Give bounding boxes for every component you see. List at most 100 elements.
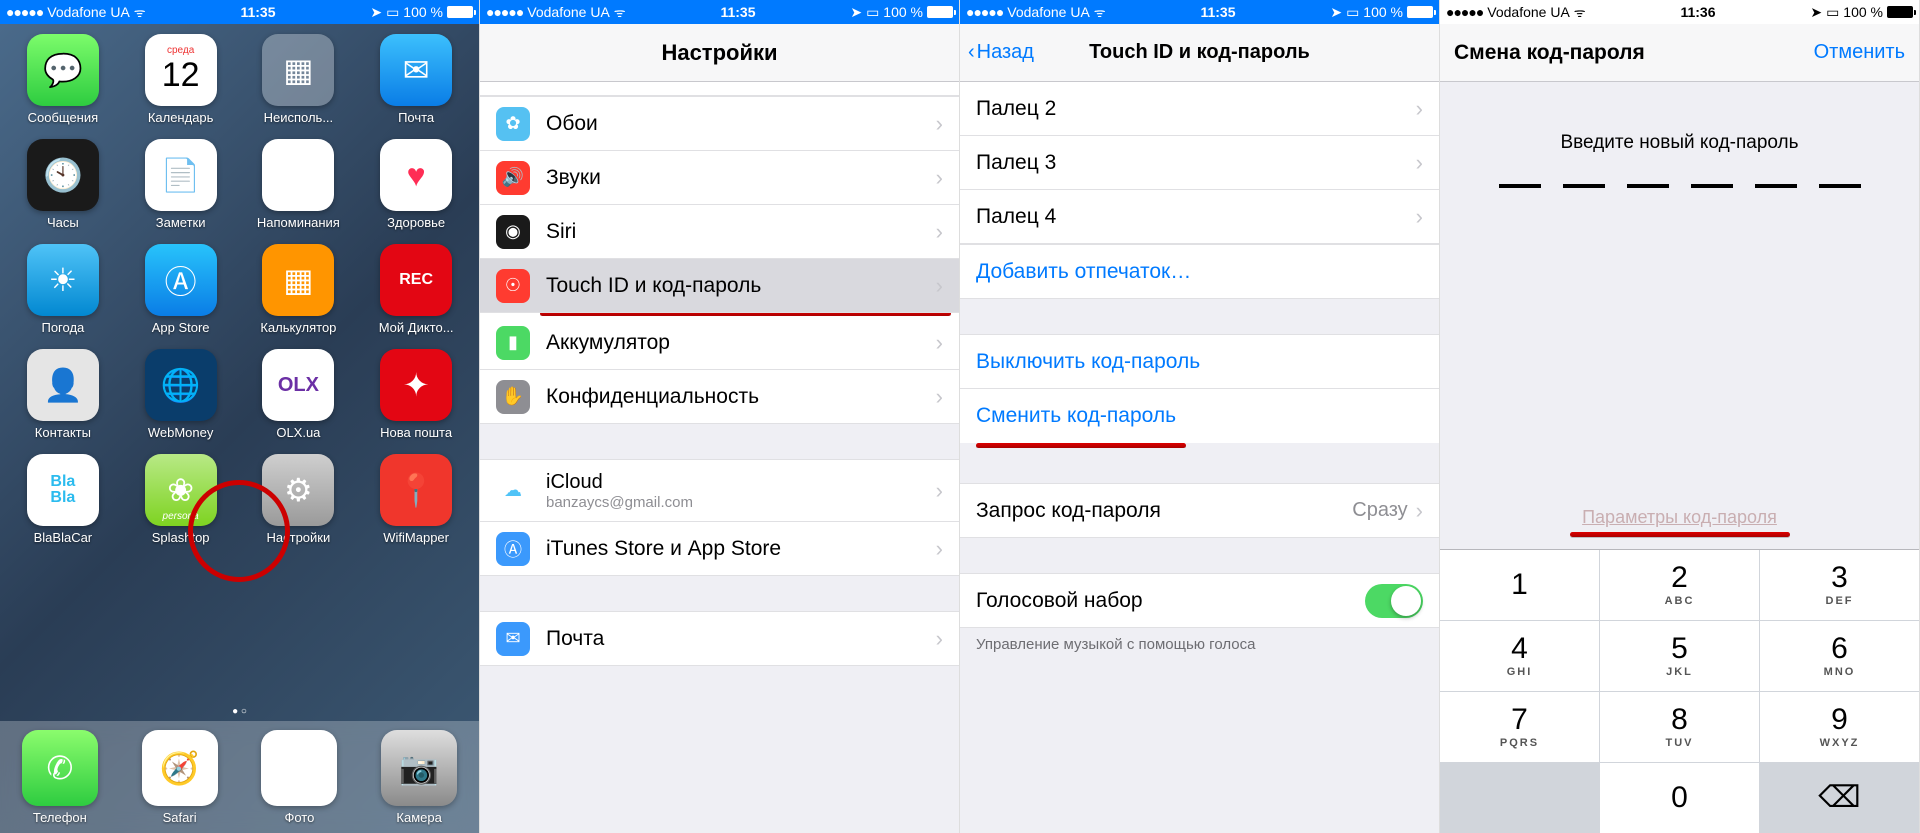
app-health[interactable]: ♥Здоровье <box>361 139 471 230</box>
app-contacts[interactable]: 👤Контакты <box>8 349 118 440</box>
carrier-label: Vodafone UA <box>47 4 130 20</box>
app-clock[interactable]: 🕙Часы <box>8 139 118 230</box>
key-3[interactable]: 3DEF <box>1760 550 1919 620</box>
app-novaposhta[interactable]: ✦Нова пошта <box>361 349 471 440</box>
chevron-right-icon: › <box>936 111 943 137</box>
app-label: Нова пошта <box>380 425 452 440</box>
settings-row-general-partial[interactable] <box>480 82 959 96</box>
settings-row[interactable]: ◉Siri› <box>480 205 959 259</box>
app-message[interactable]: 💬Сообщения <box>8 34 118 125</box>
cancel-button[interactable]: Отменить <box>1814 41 1905 64</box>
passcode-digit <box>1819 184 1861 188</box>
key-letters: ABC <box>1665 595 1695 607</box>
app-calculator[interactable]: ▦Калькулятор <box>244 244 354 335</box>
key-letters: PQRS <box>1500 737 1539 749</box>
calendar-icon: среда12 <box>145 34 217 106</box>
key-0[interactable]: 0 <box>1600 763 1759 833</box>
chevron-right-icon: › <box>1416 150 1423 176</box>
siri-icon: ◉ <box>496 215 530 249</box>
fingerprint-row[interactable]: Палец 4› <box>960 190 1439 244</box>
app-label: WifiMapper <box>383 530 449 545</box>
voice-dial-row[interactable]: Голосовой набор <box>960 574 1439 628</box>
app-appstore[interactable]: ⒶApp Store <box>126 244 236 335</box>
app-recorder[interactable]: RECМой Дикто... <box>361 244 471 335</box>
screen-settings: ●●●●● Vodafone UA ᯤ 11:35 ➤ ▭ 100 % Наст… <box>480 0 960 833</box>
turn-off-passcode-row[interactable]: Выключить код-пароль <box>960 335 1439 389</box>
key-7[interactable]: 7 PQRS <box>1440 692 1599 762</box>
key-number: ⌫ <box>1818 783 1860 813</box>
app-phone[interactable]: ✆Телефон <box>22 730 98 825</box>
change-passcode-row[interactable]: Сменить код-пароль <box>960 389 1439 443</box>
status-bar: ●●●●● Vodafone UA ᯤ 11:36 ➤ ▭ 100 % <box>1440 0 1919 24</box>
app-olx[interactable]: OLXOLX.ua <box>244 349 354 440</box>
settings-row[interactable]: 🔊Звуки› <box>480 151 959 205</box>
screen-home: ●●●●● Vodafone UA ᯤ 11:35 ➤ ▭ 100 % 💬Соо… <box>0 0 480 833</box>
key-2[interactable]: 2ABC <box>1600 550 1759 620</box>
passcode-digit <box>1691 184 1733 188</box>
app-photos[interactable]: ✿Фото <box>261 730 337 825</box>
app-folder[interactable]: ▦Неисполь... <box>244 34 354 125</box>
key-letters: MNO <box>1824 666 1856 678</box>
row-label: Конфиденциальность <box>546 385 936 409</box>
app-label: Телефон <box>33 810 87 825</box>
app-weather[interactable]: ☀Погода <box>8 244 118 335</box>
settings-row[interactable]: ☉Touch ID и код-пароль› <box>480 259 959 313</box>
privacy-icon: ✋ <box>496 380 530 414</box>
olx-icon: OLX <box>262 349 334 421</box>
mail-icon: ✉ <box>496 622 530 656</box>
row-label: iTunes Store и App Store <box>546 537 936 561</box>
key-number: 7 <box>1511 705 1528 735</box>
key-1[interactable]: 1 <box>1440 550 1599 620</box>
passcode-digit <box>1499 184 1541 188</box>
status-bar: ●●●●● Vodafone UA ᯤ 11:35 ➤ ▭ 100 % <box>0 0 479 24</box>
signal-icon: ●●●●● <box>966 4 1003 20</box>
key-9[interactable]: 9WXYZ <box>1760 692 1919 762</box>
voice-dial-toggle[interactable] <box>1365 584 1423 618</box>
backspace-key[interactable]: ⌫ <box>1760 763 1919 833</box>
app-label: App Store <box>152 320 210 335</box>
app-wifimapper[interactable]: 📍WifiMapper <box>361 454 471 545</box>
row-label: Аккумулятор <box>546 331 936 355</box>
app-notes[interactable]: 📄Заметки <box>126 139 236 230</box>
passcode-options-link[interactable]: Параметры код-пароля <box>1440 507 1919 528</box>
back-button[interactable]: ‹ Назад <box>968 41 1034 64</box>
annotation-circle <box>188 480 290 582</box>
app-safari[interactable]: 🧭Safari <box>142 730 218 825</box>
key-6[interactable]: 6MNO <box>1760 621 1919 691</box>
key-number: 8 <box>1671 705 1688 735</box>
settings-row[interactable]: ☁iCloudbanzaycs@gmail.com› <box>480 460 959 522</box>
orientation-icon: ▭ <box>1346 4 1359 21</box>
app-calendar[interactable]: среда12Календарь <box>126 34 236 125</box>
settings-row[interactable]: ✿Обои› <box>480 97 959 151</box>
key-letters: GHI <box>1507 666 1533 678</box>
battery-icon <box>1407 6 1433 18</box>
settings-row[interactable]: ✉Почта› <box>480 612 959 666</box>
app-webmoney[interactable]: 🌐WebMoney <box>126 349 236 440</box>
battery-icon <box>447 6 473 18</box>
key-4[interactable]: 4GHI <box>1440 621 1599 691</box>
settings-row[interactable]: ⒶiTunes Store и App Store› <box>480 522 959 576</box>
key-5[interactable]: 5JKL <box>1600 621 1759 691</box>
fingerprint-label: Палец 3 <box>976 151 1416 175</box>
carrier-label: Vodafone UA <box>527 4 610 20</box>
wifi-icon: ᯤ <box>1094 3 1106 21</box>
passcode-prompt: Введите новый код-пароль <box>1440 82 1919 184</box>
settings-row[interactable]: ✋Конфиденциальность› <box>480 370 959 424</box>
fingerprint-row[interactable]: Палец 3› <box>960 136 1439 190</box>
settings-row[interactable]: ▮Аккумулятор› <box>480 316 959 370</box>
row-label: Звуки <box>546 166 936 190</box>
nav-bar: Настройки <box>480 24 959 82</box>
itunes-icon: Ⓐ <box>496 532 530 566</box>
require-passcode-row[interactable]: Запрос код-пароля Сразу › <box>960 484 1439 538</box>
app-blabla[interactable]: Bla BlaBlaBlaCar <box>8 454 118 545</box>
key-8[interactable]: 8TUV <box>1600 692 1759 762</box>
battery-percent: 100 % <box>883 4 923 20</box>
fingerprint-row[interactable]: Палец 2› <box>960 82 1439 136</box>
nav-title: Touch ID и код-пароль <box>1089 41 1310 64</box>
app-camera[interactable]: 📷Камера <box>381 730 457 825</box>
blabla-icon: Bla Bla <box>27 454 99 526</box>
add-fingerprint-row[interactable]: Добавить отпечаток… <box>960 245 1439 299</box>
battery-icon: ▮ <box>496 326 530 360</box>
app-mail[interactable]: ✉Почта <box>361 34 471 125</box>
app-reminders[interactable]: ☰Напоминания <box>244 139 354 230</box>
